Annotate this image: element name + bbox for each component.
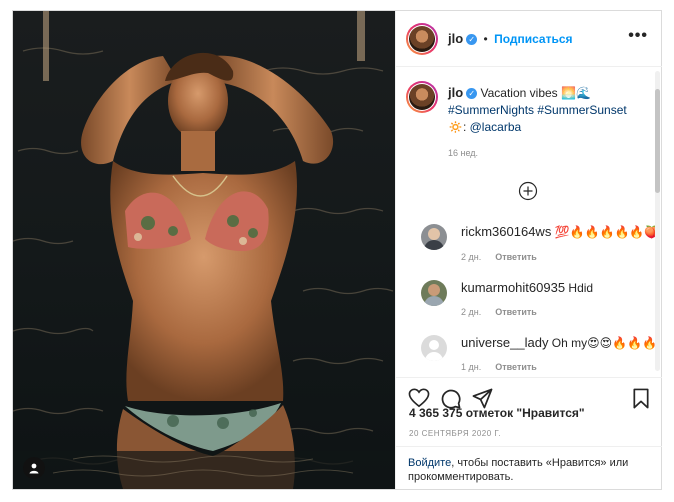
comment-text: Hdid: [568, 281, 594, 295]
comment-time[interactable]: 2 дн.: [461, 307, 481, 317]
likes-count[interactable]: 4 365 375 отметок "Нравится": [409, 406, 585, 420]
reply-button[interactable]: Ответить: [495, 307, 537, 317]
caption-author-avatar[interactable]: [406, 81, 438, 113]
login-prompt: Войдите, чтобы поставить «Нравится» или …: [396, 446, 662, 490]
follow-button[interactable]: Подписаться: [494, 32, 572, 46]
caption-text: Vacation vibes 🌅🌊: [480, 86, 591, 100]
comments-scrollbar[interactable]: [655, 71, 660, 371]
reply-button[interactable]: Ответить: [495, 362, 537, 372]
comment-meta: 2 дн. Ответить: [461, 307, 537, 317]
instagram-post: jlo ✓ • Подписаться ••• jlo ✓ Vacation vib…: [12, 10, 662, 490]
caption-hashtags[interactable]: #SummerNights #SummerSunset: [448, 103, 627, 117]
comments-section[interactable]: jlo ✓ Vacation vibes 🌅🌊 #SummerNights #Su…: [396, 68, 662, 376]
comment-time[interactable]: 2 дн.: [461, 252, 481, 262]
commenter-avatar[interactable]: [421, 280, 447, 306]
comment-row: kumarmohit60935 Hdid: [461, 279, 651, 297]
beach-photo-image: [13, 11, 395, 489]
comment-row: rickm360164ws 💯🔥🔥🔥🔥🔥🍑: [461, 223, 659, 241]
caption-username[interactable]: jlo: [448, 85, 463, 100]
reply-button[interactable]: Ответить: [495, 252, 537, 262]
post-date[interactable]: 20 СЕНТЯБРЯ 2020 Г.: [409, 429, 501, 438]
commenter-avatar[interactable]: [421, 335, 447, 361]
caption-text-2: 🔅:: [448, 120, 467, 134]
comment-meta: 1 дн. Ответить: [461, 362, 537, 372]
comment-text: Oh my😍😍🔥🔥🔥: [551, 336, 657, 350]
caption-mention[interactable]: @lacarba: [470, 120, 522, 134]
user-tag-icon[interactable]: [23, 457, 45, 479]
comment-meta: 2 дн. Ответить: [461, 252, 537, 262]
post-header: jlo ✓ • Подписаться •••: [396, 11, 662, 67]
login-link[interactable]: Войдите: [408, 457, 451, 469]
bookmark-icon[interactable]: [632, 388, 650, 414]
post-photo[interactable]: [13, 11, 395, 489]
plus-circle-icon[interactable]: [518, 181, 538, 206]
caption: jlo ✓ Vacation vibes 🌅🌊 #SummerNights #Su…: [448, 84, 648, 136]
comment-username[interactable]: kumarmohit60935: [461, 280, 565, 295]
commenter-avatar[interactable]: [421, 224, 447, 250]
verified-badge-icon: ✓: [466, 34, 478, 46]
comment-row: universe__lady Oh my😍😍🔥🔥🔥: [461, 334, 657, 352]
caption-time[interactable]: 16 нед.: [448, 148, 478, 158]
verified-badge-icon: ✓: [466, 88, 478, 100]
comment-text: 💯🔥🔥🔥🔥🔥🍑: [554, 225, 660, 239]
post-sidebar: jlo ✓ • Подписаться ••• jlo ✓ Vacation vib…: [395, 11, 662, 489]
author-avatar[interactable]: [406, 23, 438, 55]
comment-username[interactable]: universe__lady: [461, 335, 548, 350]
more-options-icon[interactable]: •••: [628, 28, 648, 44]
comment-time[interactable]: 1 дн.: [461, 362, 481, 372]
comment-username[interactable]: rickm360164ws: [461, 224, 551, 239]
post-actions: 4 365 375 отметок "Нравится" 20 СЕНТЯБРЯ…: [396, 377, 662, 489]
header-separator: •: [483, 32, 488, 46]
author-username[interactable]: jlo: [448, 31, 463, 46]
